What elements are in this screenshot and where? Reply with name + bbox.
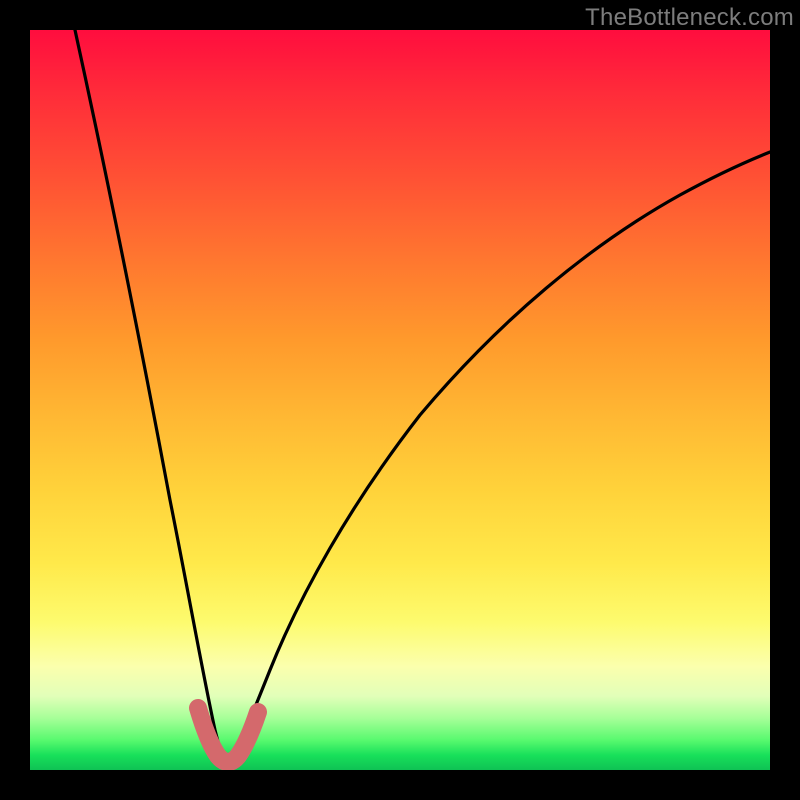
bottleneck-curve-svg: [30, 30, 770, 770]
curve-right-branch: [228, 152, 770, 765]
plot-area: [30, 30, 770, 770]
curve-left-branch: [75, 30, 228, 765]
watermark-text: TheBottleneck.com: [585, 4, 794, 32]
trough-highlight: [198, 708, 258, 762]
